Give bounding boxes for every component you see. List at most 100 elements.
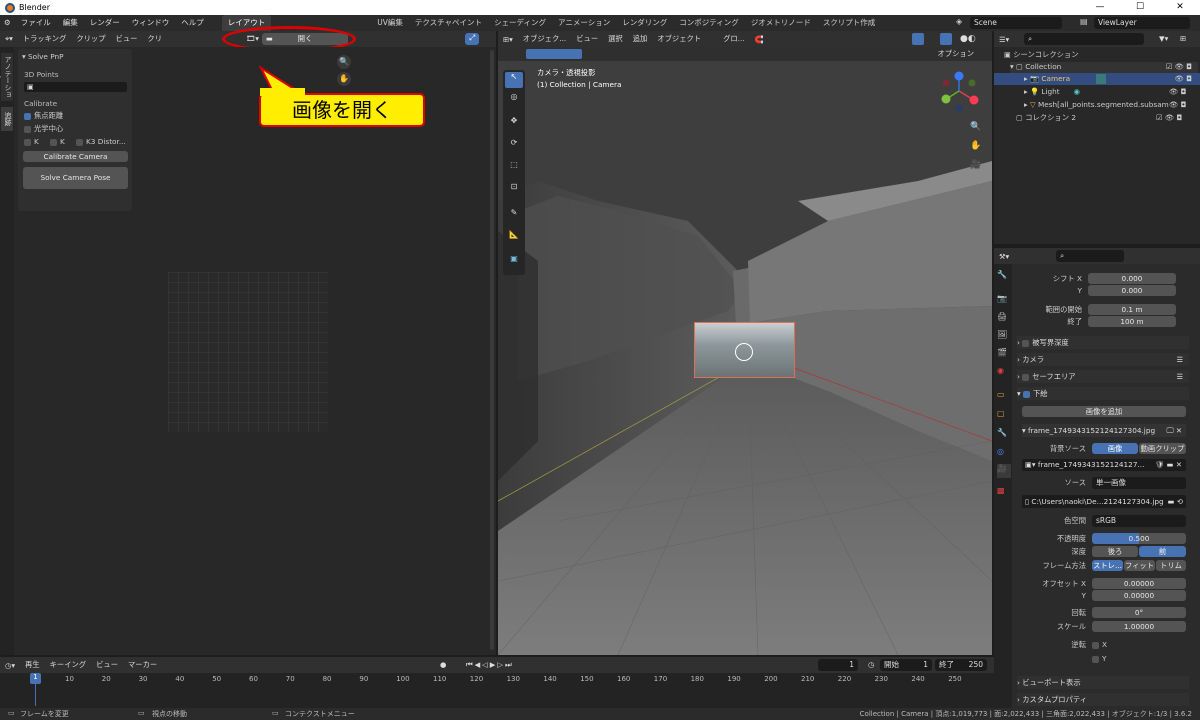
mode-dropdown[interactable]: トラッキング — [18, 34, 72, 44]
viewport-object-menu[interactable]: オブジェクト — [652, 34, 706, 44]
depth-back-button[interactable]: 後ろ — [1092, 546, 1138, 557]
menu-window[interactable]: ウィンドウ — [126, 15, 176, 31]
navigation-gizmo[interactable] — [936, 68, 982, 114]
modifier-tab-icon[interactable]: 🔧 — [997, 428, 1007, 437]
calibrate-camera-button[interactable]: Calibrate Camera — [23, 151, 128, 162]
maximize-button[interactable]: ☐ — [1120, 0, 1160, 15]
snap-icon[interactable]: 🧲 — [750, 35, 769, 44]
editor-type-icon[interactable]: ⌖▾ — [0, 34, 18, 44]
clock-icon[interactable]: ◷ — [868, 660, 874, 669]
gizmo-icon[interactable] — [912, 33, 924, 45]
object-tab-icon[interactable]: ▢ — [997, 409, 1005, 418]
minimize-button[interactable]: — — [1080, 0, 1120, 15]
rotation-field[interactable]: 0° — [1092, 607, 1186, 618]
custom-props-header[interactable]: › カスタムプロパティ — [1017, 693, 1189, 706]
physics-tab-icon[interactable]: ◎ — [997, 447, 1004, 456]
background-images-header[interactable]: ▾ 下絵 — [1017, 387, 1189, 400]
start-frame-field[interactable]: 開始 1 — [880, 659, 932, 671]
clip-menu[interactable]: クリップ — [71, 34, 110, 44]
frame-crop-button[interactable]: トリム — [1156, 560, 1186, 571]
menu-file[interactable]: ファイル — [15, 15, 57, 31]
tab-shading[interactable]: シェーディング — [488, 15, 552, 31]
annotate-tool-icon[interactable]: ✎ — [505, 208, 523, 224]
outliner-type-icon[interactable]: ☰▾ — [994, 35, 1014, 44]
overlay-icon[interactable] — [940, 33, 952, 45]
bg-image-item-header[interactable]: ▾ frame_1749343152124127304.jpg 🖵 ✕ — [1022, 424, 1186, 437]
camera-panel-header[interactable]: › カメラ ☰ — [1017, 353, 1189, 366]
output-tab-icon[interactable]: 🖨 — [997, 312, 1007, 321]
safe-areas-panel-header[interactable]: › セーフエリア ☰ — [1017, 370, 1189, 383]
k1-checkbox[interactable]: K — [24, 137, 39, 146]
menu-render[interactable]: レンダー — [84, 15, 126, 31]
solve-camera-pose-button[interactable]: Solve Camera Pose — [23, 167, 128, 189]
scene-collection-row[interactable]: ▣ シーンコレクション — [1004, 50, 1079, 60]
tab-track[interactable]: 追跡 — [1, 107, 13, 131]
optical-center-checkbox[interactable]: 光学中心 — [24, 124, 63, 134]
frame-stretch-button[interactable]: ストレ... — [1092, 560, 1123, 571]
visibility-icons-mesh[interactable]: 👁 ◘ — [1169, 100, 1186, 109]
tab-scripting[interactable]: スクリプト作成 — [817, 15, 882, 31]
dof-panel-header[interactable]: › 被写界深度 — [1017, 336, 1189, 349]
select-mode-icons[interactable] — [526, 49, 582, 59]
properties-search[interactable]: ⌕ — [1056, 250, 1124, 262]
filepath-field[interactable]: ▯ C:\Users\naoki\De...2124127304.jpg ▬ ⟲ — [1022, 495, 1186, 508]
record-icon[interactable]: ● — [440, 660, 446, 669]
flip-y-checkbox[interactable]: Y — [1092, 654, 1106, 663]
viewport-zoom-icon[interactable]: 🔍 — [970, 122, 981, 132]
select-tool-icon[interactable]: ↖ — [505, 72, 523, 88]
flip-x-checkbox[interactable]: X — [1092, 640, 1107, 649]
tab-annotation[interactable]: アノテーション — [0, 53, 13, 101]
viewport-select-menu[interactable]: 選択 — [603, 34, 628, 44]
tab-compositing[interactable]: コンポジティング — [673, 15, 745, 31]
collection2-row[interactable]: ▢ コレクション 2 ☑ 👁 ◘ — [1016, 113, 1182, 123]
collection-tab-icon[interactable]: ▭ — [997, 390, 1005, 399]
tab-animation[interactable]: アニメーション — [552, 15, 616, 31]
offset-x-field[interactable]: 0.00000 — [1092, 578, 1186, 589]
shift-y-field[interactable]: 0.000 — [1088, 285, 1176, 296]
tab-geometry-nodes[interactable]: ジオメトリノード — [745, 15, 817, 31]
render-tab-icon[interactable]: 📷 — [997, 294, 1007, 303]
colorspace-dropdown[interactable]: sRGB — [1092, 515, 1186, 527]
end-frame-field[interactable]: 終了 250 — [935, 659, 987, 671]
tool-tab-icon[interactable]: 🔧 — [997, 270, 1007, 279]
menu-edit[interactable]: 編集 — [57, 15, 84, 31]
k3-checkbox[interactable]: K3 Distor... — [76, 137, 126, 146]
scene-tab-icon[interactable]: 🎬 — [997, 348, 1007, 357]
gizmo-toggle-icon[interactable]: ⤢ — [465, 33, 479, 45]
add-image-button[interactable]: 画像を追加 — [1022, 406, 1186, 417]
rotate-tool-icon[interactable]: ⟳ — [505, 138, 523, 154]
measure-tool-icon[interactable]: 📐 — [505, 230, 523, 246]
k2-checkbox[interactable]: K — [50, 137, 65, 146]
texture-tab-icon[interactable]: ▩ — [997, 486, 1005, 495]
playhead[interactable]: 1 — [30, 673, 41, 684]
viewport-editor-type[interactable]: ⊞▾ — [498, 35, 518, 44]
depth-front-button[interactable]: 前 — [1139, 546, 1186, 557]
mesh-row[interactable]: ▸ ▽ Mesh[all_points.segmented.subsam — [1024, 100, 1169, 109]
menu-help[interactable]: ヘルプ — [175, 15, 210, 31]
bg-source-image-button[interactable]: 画像 — [1092, 443, 1138, 454]
clip-start-field[interactable]: 0.1 m — [1088, 304, 1176, 315]
tab-rendering[interactable]: レンダリング — [616, 15, 673, 31]
panel-header[interactable]: ▾ Solve PnP — [22, 52, 64, 61]
viewport-display-header[interactable]: › ビューポート表示 — [1017, 676, 1189, 689]
blender-menu-icon[interactable]: ⚙ — [0, 15, 15, 31]
view-layer-tab-icon[interactable]: 🖼 — [997, 330, 1007, 339]
source-dropdown[interactable]: 単一画像 — [1092, 477, 1186, 489]
timeline-type-icon[interactable]: ◷▾ — [0, 661, 20, 670]
collection-row[interactable]: ▾ ▢ Collection ☑ 👁 ◘ — [1010, 62, 1198, 73]
world-tab-icon[interactable]: ◉ — [997, 366, 1004, 375]
timeline-view-menu[interactable]: ビュー — [91, 660, 123, 670]
options-dropdown[interactable]: オプション — [938, 49, 974, 59]
filter-icon[interactable]: ▼▾ — [1159, 34, 1168, 43]
view-layer-selector[interactable]: ViewLayer — [1094, 17, 1190, 29]
new-collection-icon[interactable]: ⊞ — [1180, 34, 1186, 43]
move-tool-icon[interactable]: ✥ — [505, 116, 523, 132]
shift-x-field[interactable]: 0.000 — [1088, 273, 1176, 284]
bg-source-clip-button[interactable]: 動画クリップ — [1139, 443, 1186, 454]
current-frame-field[interactable]: 1 — [818, 659, 858, 671]
clip-end-field[interactable]: 100 m — [1088, 316, 1176, 327]
viewport-pan-icon[interactable]: ✋ — [970, 141, 981, 151]
keying-menu[interactable]: キーイング — [45, 660, 91, 670]
frame-fit-button[interactable]: フィット — [1124, 560, 1155, 571]
scale-tool-icon[interactable]: ⬚ — [505, 160, 523, 176]
